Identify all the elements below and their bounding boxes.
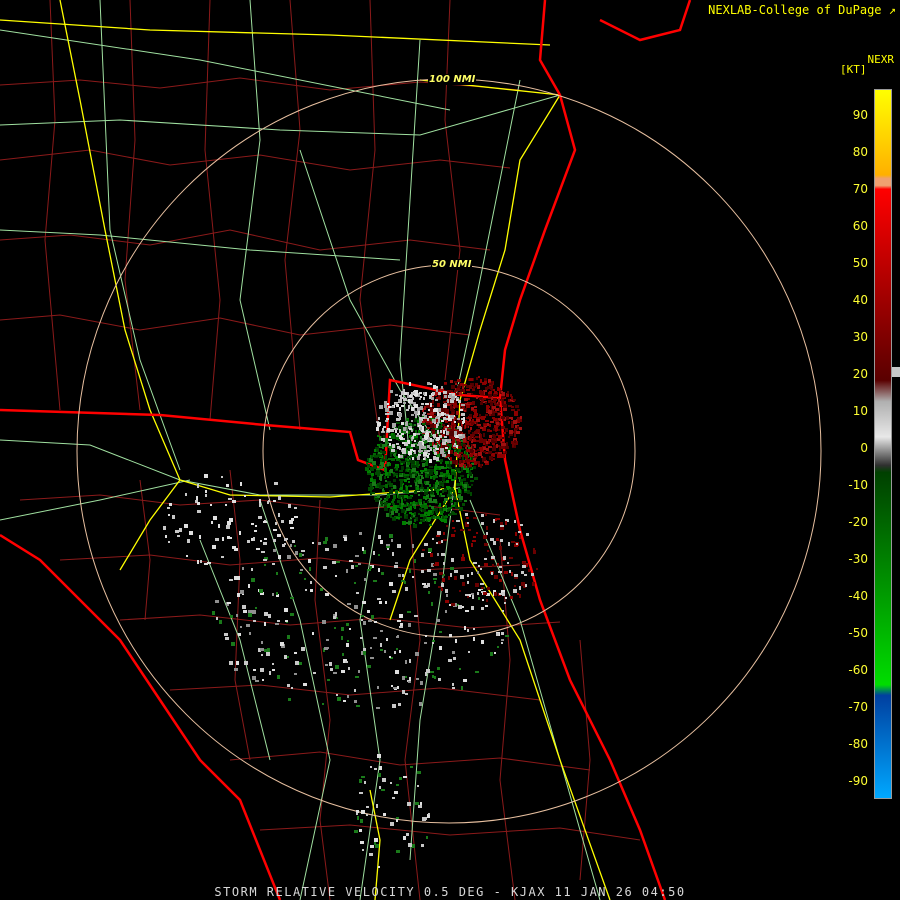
scale-tick-label: -30 <box>848 552 868 566</box>
scale-tick-label: 70 <box>852 182 868 196</box>
scale-unit: [KT] <box>840 63 867 76</box>
scale-tick-label: -60 <box>848 663 868 677</box>
scale-tick-label: -20 <box>848 515 868 529</box>
scale-tick-label: -40 <box>848 589 868 603</box>
external-link-icon[interactable]: ↗ <box>889 3 896 17</box>
credit-label: NEXLAB-College of DuPage ↗ <box>708 3 896 17</box>
radar-display: NEXLAB-College of DuPage ↗ NEXR [KT] 90 8… <box>0 0 900 900</box>
interstate-highways <box>0 0 611 900</box>
scale-title: NEXR <box>867 53 895 66</box>
scale-tick-label: -10 <box>848 478 868 492</box>
scale-tick-label: -90 <box>848 774 868 788</box>
scale-tick-label: 50 <box>852 256 868 270</box>
county-lines <box>0 0 641 900</box>
velocity-echoes <box>163 376 538 868</box>
ring-label-100: 100 NMI <box>428 74 477 85</box>
highway-network <box>0 0 601 900</box>
scale-tick-label: -80 <box>848 737 868 751</box>
velocity-color-bar <box>874 89 892 799</box>
ring-label-50: 50 NMI <box>431 259 473 270</box>
scale-tick-label: 0 <box>860 441 868 455</box>
radar-map[interactable] <box>0 0 900 900</box>
scale-tick-label: 40 <box>852 293 868 307</box>
scale-tick-label: -70 <box>848 700 868 714</box>
scale-pointer <box>892 367 900 377</box>
scale-tick-label: 10 <box>852 404 868 418</box>
scale-tick-label: 20 <box>852 367 868 381</box>
scale-tick-label: 80 <box>852 145 868 159</box>
scale-tick-label: 30 <box>852 330 868 344</box>
scale-tick-label: 90 <box>852 108 868 122</box>
scale-tick-label: 60 <box>852 219 868 233</box>
product-caption: STORM RELATIVE VELOCITY 0.5 DEG - KJAX 1… <box>214 885 686 899</box>
scale-tick-label: -50 <box>848 626 868 640</box>
